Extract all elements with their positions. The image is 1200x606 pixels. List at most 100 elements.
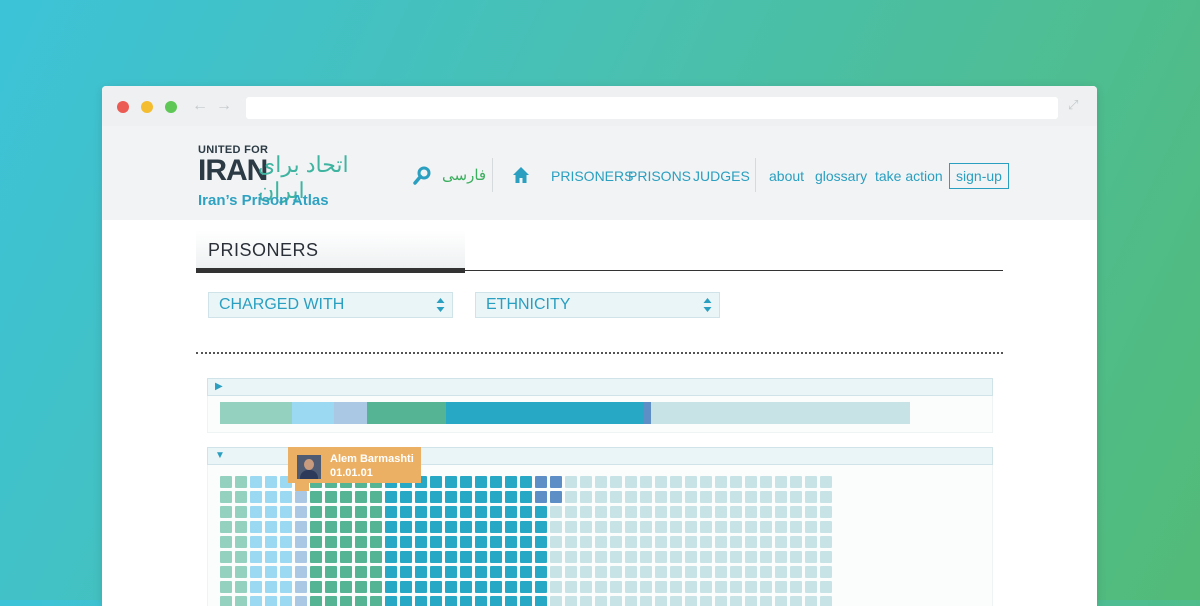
- prisoner-cell[interactable]: [520, 506, 532, 518]
- summary-bar-segment[interactable]: [644, 402, 651, 424]
- prisoner-cell[interactable]: [415, 566, 427, 578]
- prisoner-cell[interactable]: [295, 521, 307, 533]
- prisoner-cell[interactable]: [250, 551, 262, 563]
- sign-up-button[interactable]: sign-up: [949, 163, 1009, 189]
- prisoner-cell[interactable]: [745, 476, 757, 488]
- prisoner-cell[interactable]: [415, 551, 427, 563]
- prisoner-cell[interactable]: [715, 566, 727, 578]
- prisoner-cell[interactable]: [535, 596, 547, 606]
- nav-judges[interactable]: JUDGES: [693, 168, 750, 184]
- prisoner-cell[interactable]: [745, 521, 757, 533]
- prisoner-cell[interactable]: [325, 521, 337, 533]
- prisoner-cell[interactable]: [430, 536, 442, 548]
- prisoner-cell[interactable]: [220, 476, 232, 488]
- prisoner-cell[interactable]: [775, 476, 787, 488]
- prisoner-cell[interactable]: [715, 581, 727, 593]
- prisoner-cell[interactable]: [505, 566, 517, 578]
- prisoner-cell[interactable]: [745, 491, 757, 503]
- prisoner-cell[interactable]: [265, 581, 277, 593]
- prisoner-cell[interactable]: [715, 491, 727, 503]
- prisoner-cell[interactable]: [565, 566, 577, 578]
- prisoner-cell[interactable]: [370, 536, 382, 548]
- prisoner-cell[interactable]: [745, 551, 757, 563]
- prisoner-cell[interactable]: [445, 476, 457, 488]
- prisoner-cell[interactable]: [235, 581, 247, 593]
- prisoner-cell[interactable]: [745, 596, 757, 606]
- prisoner-cell[interactable]: [295, 596, 307, 606]
- prisoner-cell[interactable]: [220, 521, 232, 533]
- prisoner-cell[interactable]: [730, 521, 742, 533]
- prisoner-cell[interactable]: [565, 536, 577, 548]
- charged-with-select[interactable]: CHARGED WITH: [208, 292, 453, 318]
- prisoner-cell[interactable]: [475, 506, 487, 518]
- prisoner-cell[interactable]: [580, 491, 592, 503]
- prisoner-cell[interactable]: [730, 581, 742, 593]
- prisoner-cell[interactable]: [220, 581, 232, 593]
- prisoner-cell[interactable]: [760, 551, 772, 563]
- prisoner-cell[interactable]: [340, 506, 352, 518]
- prisoner-cell[interactable]: [220, 551, 232, 563]
- prisoner-cell[interactable]: [340, 536, 352, 548]
- prisoner-cell[interactable]: [520, 551, 532, 563]
- prisoner-cell[interactable]: [685, 506, 697, 518]
- prisoner-cell[interactable]: [310, 491, 322, 503]
- prisoner-cell[interactable]: [610, 521, 622, 533]
- prisoner-cell[interactable]: [535, 476, 547, 488]
- prisoner-cell[interactable]: [775, 536, 787, 548]
- prisoner-cell[interactable]: [730, 476, 742, 488]
- summary-bar-segment[interactable]: [651, 402, 910, 424]
- prisoner-cell[interactable]: [640, 506, 652, 518]
- prisoner-cell[interactable]: [505, 536, 517, 548]
- prisoner-cell[interactable]: [805, 491, 817, 503]
- prisoner-cell[interactable]: [610, 566, 622, 578]
- prisoner-cell[interactable]: [475, 491, 487, 503]
- prisoner-cell[interactable]: [280, 521, 292, 533]
- prisoner-cell[interactable]: [685, 551, 697, 563]
- prisoner-cell[interactable]: [445, 506, 457, 518]
- prisoner-cell[interactable]: [565, 596, 577, 606]
- prisoner-cell[interactable]: [610, 551, 622, 563]
- prisoner-cell[interactable]: [445, 491, 457, 503]
- prisoner-cell[interactable]: [805, 521, 817, 533]
- prisoner-cell[interactable]: [760, 596, 772, 606]
- prisoner-cell[interactable]: [340, 491, 352, 503]
- prisoner-cell[interactable]: [490, 566, 502, 578]
- prisoner-cell[interactable]: [280, 566, 292, 578]
- prisoner-cell[interactable]: [220, 506, 232, 518]
- prisoner-cell[interactable]: [490, 536, 502, 548]
- prisoner-cell[interactable]: [265, 521, 277, 533]
- caret-down-icon[interactable]: ▼: [215, 450, 225, 462]
- prisoner-cell[interactable]: [520, 521, 532, 533]
- prisoner-cell[interactable]: [475, 581, 487, 593]
- prisoner-cell[interactable]: [385, 536, 397, 548]
- prisoner-cell[interactable]: [400, 491, 412, 503]
- prisoner-cell[interactable]: [430, 581, 442, 593]
- prisoner-cell[interactable]: [670, 566, 682, 578]
- ethnicity-select[interactable]: ETHNICITY: [475, 292, 720, 318]
- prisoner-cell[interactable]: [685, 536, 697, 548]
- prisoner-cell[interactable]: [355, 551, 367, 563]
- prisoner-cell[interactable]: [235, 566, 247, 578]
- prisoner-cell[interactable]: [625, 551, 637, 563]
- prisoner-cell[interactable]: [700, 536, 712, 548]
- prisoner-cell[interactable]: [745, 536, 757, 548]
- prisoner-cell[interactable]: [520, 596, 532, 606]
- prisoner-cell[interactable]: [310, 551, 322, 563]
- prisoner-cell[interactable]: [715, 521, 727, 533]
- prisoner-cell[interactable]: [520, 476, 532, 488]
- prisoner-cell[interactable]: [340, 596, 352, 606]
- prisoner-cell[interactable]: [550, 521, 562, 533]
- prisoner-cell[interactable]: [670, 491, 682, 503]
- prisoner-cell[interactable]: [595, 596, 607, 606]
- prisoner-cell[interactable]: [475, 521, 487, 533]
- home-icon[interactable]: [512, 166, 530, 184]
- prisoner-cell[interactable]: [790, 506, 802, 518]
- prisoner-cell[interactable]: [580, 476, 592, 488]
- prisoner-cell[interactable]: [805, 551, 817, 563]
- prisoner-cell[interactable]: [760, 491, 772, 503]
- prisoner-cell[interactable]: [280, 596, 292, 606]
- prisoner-cell[interactable]: [355, 566, 367, 578]
- address-bar[interactable]: [246, 97, 1058, 119]
- prisoner-cell[interactable]: [550, 581, 562, 593]
- prisoner-cell[interactable]: [790, 596, 802, 606]
